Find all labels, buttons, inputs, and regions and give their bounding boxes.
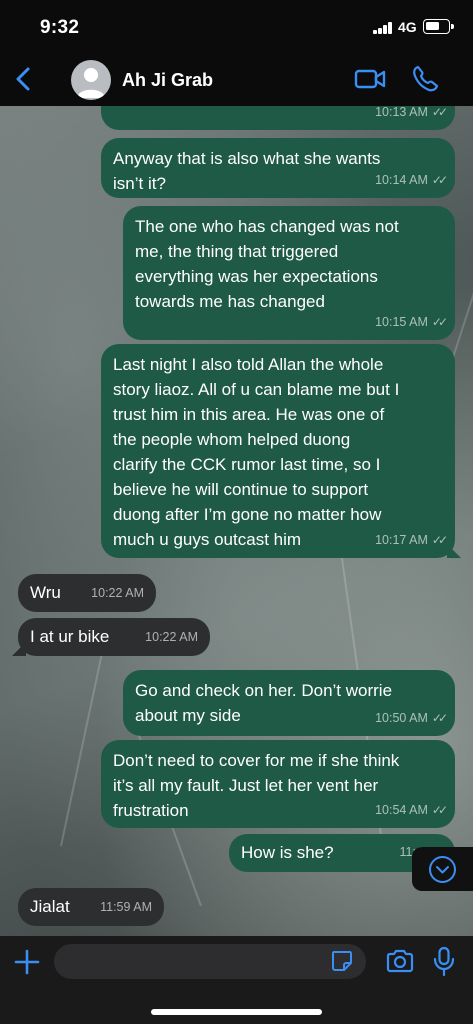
read-ticks-icon: ✓✓ — [431, 803, 448, 817]
read-ticks-icon: ✓✓ — [431, 711, 448, 725]
read-ticks-icon: ✓✓ — [431, 315, 448, 329]
bubble-tail — [12, 642, 26, 656]
message-bubble-outgoing[interactable]: Anyway that is also what she wants isn’t… — [101, 138, 455, 198]
message-meta: 10:13 AM ✓✓ — [375, 106, 448, 125]
battery-icon — [423, 19, 454, 34]
message-text: Last night I also told Allan the whole s… — [113, 355, 400, 549]
message-time: 10:22 AM — [145, 630, 198, 644]
back-icon[interactable] — [10, 64, 40, 94]
avatar[interactable] — [71, 60, 111, 100]
camera-icon[interactable] — [385, 948, 415, 974]
contact-name[interactable]: Ah Ji Grab — [122, 70, 213, 91]
message-text: The one who has changed was not me, the … — [135, 217, 399, 311]
message-bubble-outgoing[interactable]: Don’t need to cover for me if she think … — [101, 740, 455, 828]
message-meta: 10:15 AM ✓✓ — [375, 310, 448, 335]
home-indicator — [151, 1009, 322, 1015]
message-time: 10:54 AM — [375, 803, 428, 817]
status-bar: 9:32 4G — [0, 0, 473, 56]
sticker-icon[interactable] — [330, 949, 354, 973]
message-time: 10:22 AM — [91, 586, 144, 600]
message-bubble-incoming[interactable]: Jialat 11:59 AM — [18, 888, 164, 926]
message-meta: 10:14 AM ✓✓ — [375, 168, 448, 193]
message-time: 10:15 AM — [375, 315, 428, 329]
avatar-placeholder-icon — [77, 68, 105, 98]
scroll-to-bottom-button[interactable] — [412, 847, 473, 891]
bubble-tail — [447, 544, 461, 558]
chat-header: Ah Ji Grab — [0, 56, 473, 106]
message-bubble-outgoing[interactable]: The one who has changed was not me, the … — [123, 206, 455, 340]
read-ticks-icon: ✓✓ — [431, 106, 448, 119]
message-meta: 10:50 AM ✓✓ — [375, 706, 448, 731]
message-time: 10:14 AM — [375, 173, 428, 187]
signal-icon — [373, 22, 393, 34]
composer-bar — [0, 936, 473, 1024]
message-bubble-outgoing[interactable]: Last night I also told Allan the whole s… — [101, 344, 461, 558]
message-time: 10:17 AM — [375, 533, 428, 547]
plus-icon[interactable] — [13, 948, 41, 976]
message-bubble-incoming[interactable]: I at ur bike 10:22 AM — [12, 618, 210, 656]
microphone-icon[interactable] — [432, 945, 456, 977]
battery-level — [426, 22, 439, 30]
network-type: 4G — [398, 19, 417, 35]
message-time: 10:50 AM — [375, 711, 428, 725]
read-ticks-icon: ✓✓ — [431, 173, 448, 187]
chevron-down-icon — [429, 856, 456, 883]
message-input[interactable] — [54, 944, 366, 979]
read-ticks-icon: ✓✓ — [431, 533, 448, 547]
chat-area[interactable]: 10:13 AM ✓✓ Anyway that is also what she … — [0, 106, 473, 936]
video-call-icon[interactable] — [354, 66, 386, 92]
message-time: 11:59 AM — [100, 900, 152, 914]
message-bubble-incoming[interactable]: Wru 10:22 AM — [18, 574, 156, 612]
message-bubble-outgoing[interactable]: 10:13 AM ✓✓ — [101, 106, 455, 130]
message-meta: 10:54 AM ✓✓ — [375, 798, 448, 823]
message-time: 10:13 AM — [375, 106, 428, 119]
message-bubble-outgoing[interactable]: Go and check on her. Don’t worrie about … — [123, 670, 455, 736]
status-time: 9:32 — [40, 17, 80, 38]
message-meta: 10:17 AM ✓✓ — [375, 528, 448, 553]
phone-call-icon[interactable] — [410, 64, 440, 94]
